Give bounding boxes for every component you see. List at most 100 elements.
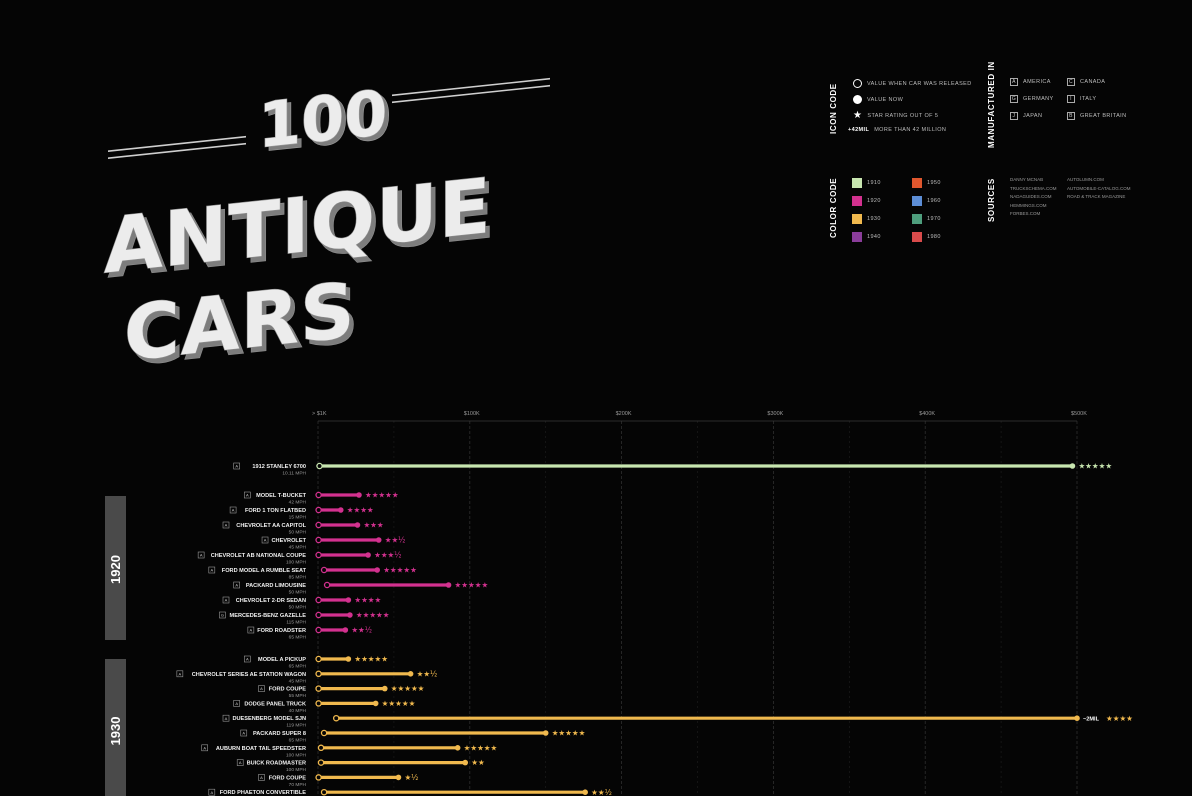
release-value-marker <box>315 685 322 692</box>
car-speed-label: 40 MPH <box>289 708 307 714</box>
star-rating: ★★★ <box>363 521 383 530</box>
star-rating: ★★★★★ <box>383 566 417 575</box>
legend-star-rating: ★ STAR RATING OUT OF 5 <box>853 110 939 121</box>
open-circle-icon <box>853 79 862 88</box>
country-code: A <box>210 790 213 795</box>
car-speed-label: 70 MPH <box>289 782 307 788</box>
car-speed-label: 50 MPH <box>289 590 307 596</box>
color-swatch <box>912 196 922 206</box>
decade-label: 1930 <box>108 717 123 746</box>
color-swatch <box>912 214 922 224</box>
country-code: A <box>235 701 238 706</box>
car-value-chart: > $1K $100K $200K $300K $400K $500K 1912 STANL… <box>105 411 1133 796</box>
current-value-marker <box>407 671 414 677</box>
star-rating: ★★★★★ <box>354 655 388 664</box>
title-rule-left-2 <box>108 142 246 159</box>
country-code: A <box>200 553 203 558</box>
star-rating: ★½ <box>404 773 418 782</box>
value-note: ~2MIL <box>1083 716 1100 722</box>
car-name-label: FORD PHAETON CONVERTIBLE <box>220 790 307 796</box>
country-code: A <box>225 523 228 528</box>
country-code: A <box>235 464 238 469</box>
color-legend-1970: 1970 <box>912 214 941 224</box>
car-name-label: FORD ROADSTER <box>257 628 306 634</box>
color-legend-label: 1960 <box>927 198 941 204</box>
car-name-label: CHEVROLET AA CAPITOL <box>236 523 306 529</box>
car-name-label: DUESENBERG MODEL SJN <box>232 716 306 722</box>
current-value-marker <box>462 759 469 766</box>
current-value-marker <box>342 627 349 633</box>
country-america: A AMERICA <box>1010 78 1051 86</box>
current-value-marker <box>1069 463 1076 469</box>
country-code: A <box>250 628 253 633</box>
star-rating: ★★★★★ <box>455 581 489 590</box>
country-code: A <box>232 508 235 513</box>
release-value-marker <box>323 581 331 589</box>
car-name-label: MERCEDES-BENZ GAZELLE <box>230 613 307 619</box>
legend-release-value: VALUE WHEN CAR WAS RELEASED <box>853 79 972 88</box>
release-value-marker <box>317 759 325 766</box>
current-value-marker <box>354 522 361 528</box>
release-value-marker <box>315 700 322 707</box>
color-legend-label: 1950 <box>927 180 941 186</box>
country-code: A <box>210 568 213 573</box>
car-speed-label: 119 MPH <box>286 723 306 729</box>
color-legend-label: 1970 <box>927 216 941 222</box>
car-name-label: BUICK ROADMASTER <box>247 761 306 767</box>
title-number: 100 <box>258 76 387 162</box>
icon-code-heading: ICON CODE <box>829 83 838 134</box>
car-name-label: CHEVROLET <box>272 538 307 544</box>
country-code: A <box>264 538 267 543</box>
car-name-label: CHEVROLET AB NATIONAL COUPE <box>211 553 307 559</box>
release-value-marker <box>315 611 322 619</box>
title-artwork: 100 100 ANTIQUE ANTIQUE CARS CARS <box>103 75 550 380</box>
star-rating: ★★★★★ <box>552 729 586 738</box>
color-legend-1960: 1960 <box>912 196 941 206</box>
car-name-label: 1912 STANLEY 6700 <box>252 464 306 470</box>
sources-col2: AUTOLUMN.COM AUTOMOBILE-CATALOG.COM ROAD… <box>1067 177 1131 199</box>
country-canada: C CANADA <box>1067 78 1106 86</box>
filled-circle-icon <box>853 95 862 104</box>
release-value-marker <box>315 774 322 781</box>
current-value-marker <box>375 537 382 543</box>
current-value-marker <box>345 656 352 662</box>
current-value-marker <box>1074 715 1080 721</box>
car-name-label: MODEL T-BUCKET <box>256 493 307 499</box>
color-legend-1930: 1930 <box>852 214 881 224</box>
current-value-marker <box>582 789 588 795</box>
country-code: A <box>235 583 238 588</box>
legend-more-than: +42MIL MORE THAN 42 MILLION <box>848 127 947 133</box>
color-legend-1940: 1940 <box>852 232 881 242</box>
x-tick-label: $300K <box>767 411 783 417</box>
car-name-label: PACKARD SUPER 8 <box>253 731 306 737</box>
country-germany: G GERMANY <box>1010 95 1054 103</box>
car-name-label: FORD MODEL A RUMBLE SEAT <box>222 568 307 574</box>
color-legend-label: 1930 <box>867 216 881 222</box>
current-value-marker <box>445 582 452 588</box>
current-value-marker <box>395 774 402 781</box>
color-swatch <box>852 178 862 188</box>
country-code: A <box>179 671 182 676</box>
country-great-britain: B GREAT BRITAIN <box>1067 112 1126 120</box>
current-value-marker <box>374 567 381 573</box>
car-speed-label: 85 MPH <box>289 575 307 581</box>
star-rating: ★★ <box>471 758 485 767</box>
color-swatch <box>852 196 862 206</box>
release-value-marker <box>320 566 328 574</box>
country-japan: J JAPAN <box>1010 112 1042 120</box>
country-italy: I ITALY <box>1067 95 1096 103</box>
color-swatch <box>852 214 862 224</box>
country-code: A <box>239 760 242 765</box>
star-rating: ★★½ <box>591 788 612 796</box>
current-value-marker <box>542 730 549 736</box>
car-name-label: CHEVROLET 2-DR SEDAN <box>236 598 306 604</box>
car-name-label: FORD COUPE <box>269 687 307 693</box>
car-speed-label: 50 MPH <box>289 605 307 611</box>
sources-heading: SOURCES <box>987 178 996 222</box>
release-value-marker <box>315 626 322 634</box>
color-legend-label: 1920 <box>867 198 881 204</box>
car-speed-label: 50 MPH <box>289 530 307 536</box>
title-rule-left <box>108 135 246 152</box>
decade-label: 1920 <box>108 555 123 584</box>
star-rating: ★★★★★ <box>356 611 390 620</box>
